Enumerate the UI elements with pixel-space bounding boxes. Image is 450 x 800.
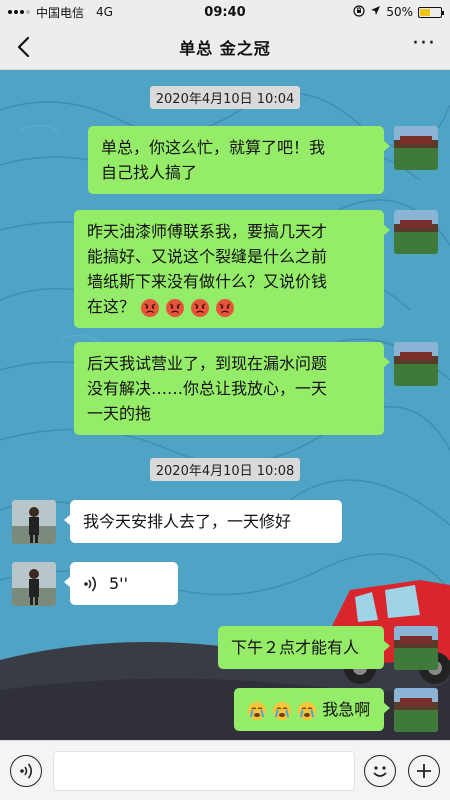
orientation-lock-icon: [353, 4, 365, 20]
voice-wave-icon: [84, 576, 97, 591]
incoming-message-bubble[interactable]: 我今天安排人去了，一天修好: [64, 500, 342, 543]
angry-emoji-group: [135, 297, 235, 317]
message-input-bar: [0, 740, 450, 800]
my-avatar[interactable]: [394, 688, 438, 732]
voice-input-button[interactable]: [10, 755, 42, 787]
more-options-button[interactable]: ···: [412, 33, 436, 55]
outgoing-message-bubble[interactable]: 我急啊: [234, 688, 390, 731]
crying-emoji-group: [247, 700, 322, 720]
emoji-button[interactable]: [364, 755, 396, 787]
battery-icon: [418, 6, 444, 18]
crying-face-emoji: [298, 701, 317, 720]
timestamp: 2020年4月10日 10:04: [0, 86, 450, 109]
chat-header: 单总 金之冠 ···: [0, 24, 450, 70]
voice-message-bubble[interactable]: 5'': [64, 562, 178, 605]
my-avatar[interactable]: [394, 626, 438, 670]
crying-face-emoji: [248, 701, 266, 720]
angry-face-emoji: [191, 298, 210, 317]
network-type: 4G: [96, 5, 113, 19]
message-text-input[interactable]: [53, 751, 355, 791]
carrier-name: 中国电信: [36, 5, 85, 20]
outgoing-message-bubble[interactable]: 昨天油漆师傅联系我，要搞几天才 能搞好、又说这个裂缝是什么之前 墙纸斯下来没有做…: [74, 210, 390, 328]
angry-face-emoji: [141, 298, 160, 317]
smiley-icon: [373, 766, 387, 777]
outgoing-message-bubble[interactable]: 单总，你这么忙，就算了吧！我 自己找人搞了: [88, 126, 390, 194]
more-actions-button[interactable]: [408, 755, 440, 787]
voice-duration: 5'': [109, 574, 128, 593]
chat-message-list[interactable]: 2020年4月10日 10:04 单总，你这么忙，就算了吧！我 自己找人搞了 昨…: [0, 70, 450, 740]
my-avatar[interactable]: [394, 342, 438, 386]
signal-strength-icon: [8, 10, 30, 14]
chevron-left-icon: [17, 36, 30, 58]
angry-face-emoji: [166, 298, 185, 317]
outgoing-message-bubble[interactable]: 后天我试营业了，到现在漏水问题 没有解决……你总让我放心，一天 一天的拖: [74, 342, 390, 435]
my-avatar[interactable]: [394, 126, 438, 170]
crying-face-emoji: [273, 701, 292, 720]
angry-face-emoji: [216, 298, 235, 317]
status-bar: 中国电信 4G 09:40 50%: [0, 0, 450, 24]
contact-avatar[interactable]: [12, 500, 56, 544]
chat-title: 单总 金之冠: [179, 38, 271, 58]
my-avatar[interactable]: [394, 210, 438, 254]
location-arrow-icon: [370, 5, 381, 19]
plus-icon: [417, 764, 431, 778]
back-button[interactable]: [12, 34, 38, 60]
voice-wave-icon: [20, 763, 33, 779]
outgoing-message-bubble[interactable]: 下午２点才能有人: [218, 626, 390, 669]
contact-avatar[interactable]: [12, 562, 56, 606]
timestamp: 2020年4月10日 10:08: [0, 458, 450, 481]
battery-percent: 50%: [386, 5, 413, 19]
